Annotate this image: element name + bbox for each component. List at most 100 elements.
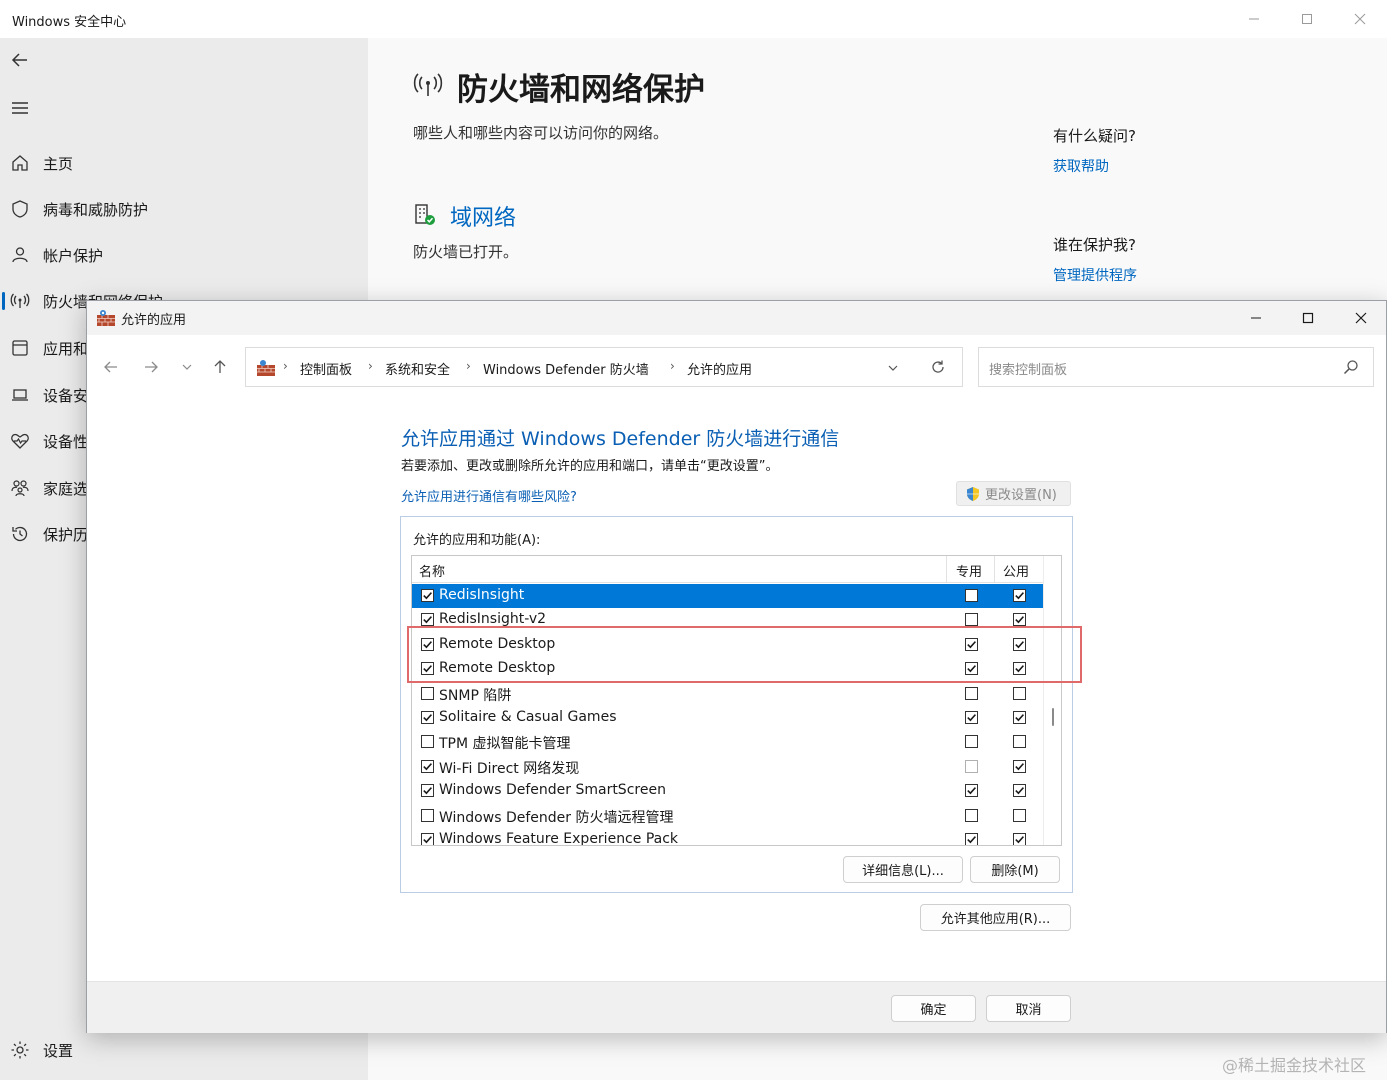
column-header-name[interactable]: 名称 (419, 561, 445, 580)
private-checkbox[interactable] (965, 735, 978, 749)
table-row[interactable]: Wi-Fi Direct 网络发现 (412, 755, 1043, 779)
public-checkbox[interactable] (1013, 589, 1026, 602)
table-row[interactable]: Solitaire & Casual Games (412, 706, 1043, 730)
breadcrumb-allowed-apps[interactable]: 允许的应用 (687, 359, 752, 378)
chevron-right-icon: › (368, 359, 373, 373)
chevron-down-icon[interactable] (886, 360, 902, 376)
cancel-button[interactable]: 取消 (986, 995, 1071, 1022)
hamburger-menu-icon[interactable] (8, 96, 32, 120)
allowed-apps-list[interactable]: 名称 专用 公用 RedisInsight RedisInsight-v2 Remo… (411, 555, 1062, 846)
ok-button[interactable]: 确定 (891, 995, 976, 1022)
private-checkbox[interactable] (965, 808, 978, 822)
back-arrow-icon[interactable] (99, 355, 123, 379)
close-icon[interactable] (1340, 6, 1380, 32)
nav-item-account-protection[interactable]: 帐户保护 (0, 235, 368, 275)
change-settings-button[interactable]: 更改设置(N) (956, 481, 1071, 506)
allowed-apps-group: 允许的应用和功能(A): 名称 专用 公用 RedisInsight RedisI… (400, 516, 1073, 893)
person-icon (8, 243, 32, 267)
table-row[interactable]: Windows Feature Experience Pack (412, 828, 1043, 845)
enabled-checkbox[interactable] (421, 833, 434, 845)
nav-item-settings[interactable]: 设置 (0, 1030, 368, 1070)
antenna-icon (413, 72, 443, 98)
table-row[interactable]: SNMP 陷阱 (412, 682, 1043, 706)
active-indicator (2, 292, 5, 310)
app-name: SNMP 陷阱 (439, 687, 512, 704)
enabled-checkbox[interactable] (421, 613, 434, 627)
private-checkbox[interactable] (965, 711, 978, 724)
delete-button[interactable]: 删除(M) (970, 856, 1060, 883)
nav-item-home[interactable]: 主页 (0, 143, 368, 183)
dialog-titlebar: 允许的应用 (87, 301, 1386, 335)
app-window-icon (8, 336, 32, 360)
public-checkbox[interactable] (1013, 735, 1026, 749)
nav-item-label: 设置 (43, 1041, 74, 1060)
details-button[interactable]: 详细信息(L)... (843, 856, 963, 883)
shield-icon (8, 197, 32, 221)
change-settings-label: 更改设置(N) (985, 488, 1057, 503)
enabled-checkbox[interactable] (421, 808, 434, 822)
private-checkbox[interactable] (965, 613, 978, 627)
history-icon (8, 522, 32, 546)
public-checkbox[interactable] (1013, 759, 1026, 773)
list-scrollbar[interactable] (1043, 556, 1061, 845)
enabled-checkbox[interactable] (421, 686, 434, 700)
security-window-title: Windows 安全中心 (12, 15, 127, 30)
public-checkbox[interactable] (1013, 833, 1026, 845)
enabled-checkbox[interactable] (421, 784, 434, 798)
heart-pulse-icon (8, 429, 32, 453)
table-row[interactable]: RedisInsight (412, 584, 1043, 608)
minimize-icon[interactable] (1233, 305, 1279, 331)
private-checkbox[interactable] (965, 784, 978, 798)
table-row[interactable]: Windows Defender SmartScreen (412, 779, 1043, 803)
get-help-link[interactable]: 获取帮助 (1053, 156, 1109, 176)
column-header-private[interactable]: 专用 (956, 561, 982, 580)
enabled-checkbox[interactable] (421, 735, 434, 749)
app-name: RedisInsight (439, 587, 525, 603)
back-arrow-icon[interactable] (8, 48, 32, 72)
minimize-icon[interactable] (1234, 6, 1274, 32)
private-checkbox[interactable] (965, 759, 978, 773)
maximize-icon[interactable] (1285, 305, 1331, 331)
nav-item-label: 主页 (43, 154, 74, 173)
refresh-icon[interactable] (930, 359, 948, 377)
enabled-checkbox[interactable] (421, 759, 434, 773)
app-name: Windows Defender SmartScreen (439, 782, 666, 799)
breadcrumb-system-security[interactable]: 系统和安全 (385, 359, 450, 378)
app-name: Solitaire & Casual Games (439, 709, 617, 725)
column-header-public[interactable]: 公用 (1003, 561, 1029, 580)
search-icon[interactable] (1343, 359, 1361, 377)
public-checkbox[interactable] (1013, 686, 1026, 700)
forward-arrow-icon[interactable] (139, 355, 163, 379)
up-arrow-icon[interactable] (208, 355, 232, 379)
private-checkbox[interactable] (965, 833, 978, 845)
antenna-icon (8, 289, 32, 313)
app-name: RedisInsight-v2 (439, 611, 547, 628)
enabled-checkbox[interactable] (421, 711, 434, 724)
chevron-right-icon: › (670, 359, 675, 373)
allow-other-app-button[interactable]: 允许其他应用(R)... (920, 904, 1071, 931)
public-checkbox[interactable] (1013, 808, 1026, 822)
address-bar[interactable]: › 控制面板 › 系统和安全 › Windows Defender 防火墙 › … (245, 347, 963, 387)
search-input[interactable]: 搜索控制面板 (978, 347, 1374, 387)
breadcrumb-firewall[interactable]: Windows Defender 防火墙 (483, 359, 649, 378)
private-checkbox[interactable] (965, 589, 978, 602)
manage-providers-link[interactable]: 管理提供程序 (1053, 265, 1137, 285)
private-checkbox[interactable] (965, 686, 978, 700)
risk-info-link[interactable]: 允许应用进行通信有哪些风险? (401, 486, 577, 505)
table-row[interactable]: TPM 虚拟智能卡管理 (412, 730, 1043, 754)
scrollbar-thumb[interactable] (1052, 708, 1054, 726)
domain-network-link[interactable]: 域网络 (450, 200, 516, 232)
enabled-checkbox[interactable] (421, 589, 434, 602)
table-row[interactable]: Windows Defender 防火墙远程管理 (412, 804, 1043, 828)
close-icon[interactable] (1338, 305, 1384, 331)
maximize-icon[interactable] (1287, 6, 1327, 32)
public-checkbox[interactable] (1013, 711, 1026, 724)
breadcrumb-control-panel[interactable]: 控制面板 (300, 359, 352, 378)
public-checkbox[interactable] (1013, 784, 1026, 798)
public-checkbox[interactable] (1013, 613, 1026, 627)
search-placeholder: 搜索控制面板 (989, 363, 1068, 378)
chevron-down-icon[interactable] (175, 355, 199, 379)
app-name: TPM 虚拟智能卡管理 (439, 736, 571, 753)
nav-item-label: 应用和 (43, 339, 89, 358)
nav-item-virus-protection[interactable]: 病毒和威胁防护 (0, 189, 368, 229)
